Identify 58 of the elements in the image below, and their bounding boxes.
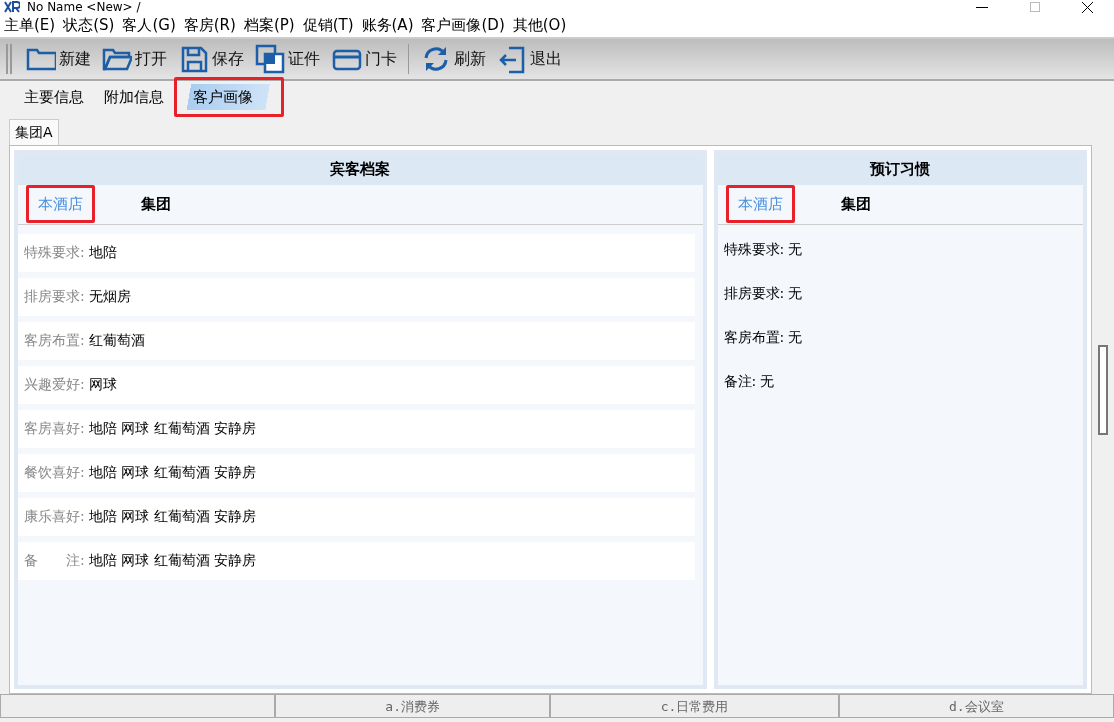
bottom-tab[interactable]: d.会议室 bbox=[838, 694, 1114, 718]
menu-item[interactable]: 促销(T) bbox=[302, 14, 354, 37]
field-value: 无 bbox=[760, 372, 775, 391]
field-label: 备注: bbox=[723, 372, 757, 391]
folder-button[interactable]: 新建 bbox=[21, 44, 95, 74]
app-logo-icon bbox=[4, 1, 20, 13]
field-label: 客房喜好: bbox=[24, 419, 85, 438]
field-value: 无烟房 bbox=[88, 287, 131, 306]
bottom-tab[interactable]: c.日常费用 bbox=[550, 694, 839, 718]
minimize-icon[interactable] bbox=[976, 6, 988, 8]
refresh-button[interactable]: 刷新 bbox=[416, 44, 490, 74]
field-label: 客房布置: bbox=[24, 331, 85, 350]
field-label: 排房要求: bbox=[24, 287, 85, 306]
field-label: 餐饮喜好: bbox=[24, 463, 85, 482]
open-folder-button[interactable]: 打开 bbox=[98, 44, 171, 74]
bottom-tab[interactable]: a.消费券 bbox=[275, 694, 551, 718]
cards-button[interactable]: 证件 bbox=[251, 44, 324, 74]
save-button[interactable]: 保存 bbox=[174, 44, 248, 74]
menu-item[interactable]: 状态(S) bbox=[63, 14, 115, 37]
field-value: 地陪 网球 红葡萄酒 安静房 bbox=[88, 463, 257, 482]
exit-icon bbox=[497, 44, 527, 74]
field-value: 网球 bbox=[88, 375, 117, 394]
tab[interactable]: 主要信息 bbox=[14, 83, 94, 111]
field-value: 无 bbox=[788, 240, 803, 259]
menu-item[interactable]: 主单(E) bbox=[4, 14, 56, 37]
field-label: 客房布置: bbox=[723, 328, 785, 347]
field-value: 地陪 bbox=[88, 243, 117, 262]
toolbar-grip[interactable] bbox=[6, 44, 12, 74]
field-label: 兴趣爱好: bbox=[24, 375, 85, 394]
field-label: 备 注: bbox=[24, 551, 85, 570]
field-label: 特殊要求: bbox=[723, 240, 785, 259]
field-value: 地陪 网球 红葡萄酒 安静房 bbox=[88, 551, 257, 570]
field-value: 无 bbox=[788, 328, 803, 347]
panel-header: 宾客档案 bbox=[18, 154, 703, 185]
sub-tab[interactable]: 集团 bbox=[135, 190, 177, 218]
scrollbar-handle[interactable] bbox=[1098, 345, 1108, 435]
menu-item[interactable]: 客人(G) bbox=[122, 14, 176, 37]
field-value: 无 bbox=[788, 284, 803, 303]
menu-item[interactable]: 客户画像(D) bbox=[421, 14, 505, 37]
menu-item[interactable]: 档案(P) bbox=[243, 14, 295, 37]
field-label: 排房要求: bbox=[723, 284, 785, 303]
group-tab[interactable]: 集团A bbox=[9, 119, 59, 145]
menu-item[interactable]: 账务(A) bbox=[361, 14, 414, 37]
field-value: 地陪 网球 红葡萄酒 安静房 bbox=[88, 419, 257, 438]
cards-icon bbox=[255, 44, 285, 74]
menu-item[interactable]: 其他(O) bbox=[512, 14, 567, 37]
field-label: 特殊要求: bbox=[24, 243, 85, 262]
field-label: 康乐喜好: bbox=[24, 507, 85, 526]
window-title: No Name <New> / bbox=[27, 0, 141, 14]
field-value: 红葡萄酒 bbox=[88, 331, 145, 350]
tab[interactable]: 附加信息 bbox=[94, 83, 174, 111]
sub-tab[interactable]: 集团 bbox=[834, 190, 877, 218]
close-icon[interactable] bbox=[1082, 1, 1093, 13]
panel-header: 预订习惯 bbox=[717, 154, 1083, 185]
card-button[interactable]: 门卡 bbox=[327, 44, 401, 74]
field-value: 地陪 网球 红葡萄酒 安静房 bbox=[88, 507, 257, 526]
exit-button[interactable]: 退出 bbox=[493, 44, 566, 74]
menu-item[interactable]: 客房(R) bbox=[183, 14, 236, 37]
